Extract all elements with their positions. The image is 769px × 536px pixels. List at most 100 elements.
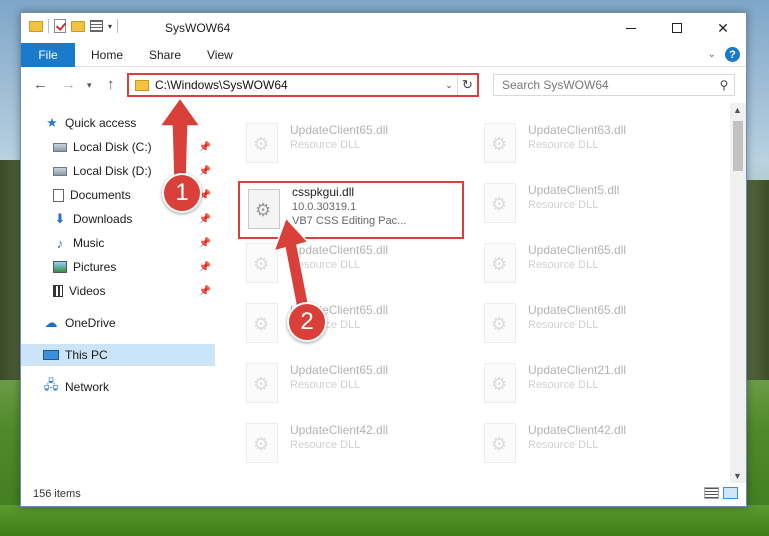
new-folder-icon[interactable] xyxy=(71,20,85,32)
file-type: Resource DLL xyxy=(528,259,599,271)
file-type: Resource DLL xyxy=(528,439,599,451)
file-name: UpdateClient42.dll xyxy=(290,423,389,437)
maximize-icon xyxy=(672,23,682,33)
pin-icon[interactable]: 📌 xyxy=(199,286,211,297)
recent-locations-icon[interactable]: ▾ xyxy=(87,80,92,91)
search-icon[interactable]: ⚲ xyxy=(714,78,734,92)
up-arrow-icon[interactable]: ↑ xyxy=(107,76,115,93)
maximize-button[interactable] xyxy=(654,13,700,43)
sidebar-item-onedrive[interactable]: ☁ OneDrive xyxy=(21,312,215,334)
search-input[interactable]: Search SysWOW64 xyxy=(494,78,714,92)
file-item[interactable]: UpdateClient65.dll Resource DLL xyxy=(238,357,464,409)
network-icon: 🖧 xyxy=(43,377,59,392)
address-path[interactable]: C:\Windows\SysWOW64 xyxy=(155,78,441,92)
navigation-bar: ← → ▾ ↑ C:\Windows\SysWOW64 ⌄ ↻ Search S… xyxy=(21,68,746,102)
file-name: UpdateClient65.dll xyxy=(290,363,389,377)
tiles-view-icon[interactable] xyxy=(723,487,738,499)
dll-file-icon xyxy=(246,423,278,463)
file-item[interactable]: UpdateClient65.dll Resource DLL xyxy=(238,117,464,169)
sidebar-item-label: Downloads xyxy=(73,212,133,226)
pin-icon[interactable]: 📌 xyxy=(199,238,211,249)
file-type: Resource DLL xyxy=(290,139,361,151)
sidebar-item-label: Quick access xyxy=(65,116,137,130)
search-box[interactable]: Search SysWOW64 ⚲ xyxy=(493,74,735,96)
sidebar-item-label: Network xyxy=(65,380,110,394)
help-icon[interactable]: ? xyxy=(725,47,740,62)
details-view-icon[interactable] xyxy=(704,487,719,499)
folder-icon xyxy=(135,79,149,91)
file-item[interactable]: UpdateClient21.dll Resource DLL xyxy=(476,357,702,409)
file-name: UpdateClient42.dll xyxy=(528,423,627,437)
dll-file-icon xyxy=(484,303,516,343)
file-item[interactable]: UpdateClient5.dll Resource DLL xyxy=(476,177,702,229)
expand-ribbon-icon[interactable]: ⌄ xyxy=(708,49,716,60)
title-bar: ▾ SysWOW64 ✕ xyxy=(21,13,746,43)
file-type: Resource DLL xyxy=(290,439,361,451)
tab-share[interactable]: Share xyxy=(149,48,181,62)
sidebar-item-label: Documents xyxy=(70,188,131,202)
window-controls: ✕ xyxy=(608,13,746,43)
sidebar-item-music[interactable]: ♪ Music 📌 xyxy=(21,232,215,254)
file-type: Resource DLL xyxy=(290,379,361,391)
close-button[interactable]: ✕ xyxy=(700,13,746,43)
tab-view[interactable]: View xyxy=(207,48,233,62)
sidebar-item-network[interactable]: 🖧 Network xyxy=(21,376,215,398)
refresh-icon[interactable]: ↻ xyxy=(457,75,477,95)
file-name: UpdateClient21.dll xyxy=(528,363,627,377)
dll-file-icon xyxy=(246,123,278,163)
customize-icon[interactable] xyxy=(90,20,103,32)
file-name: csspkgui.dll xyxy=(292,185,355,199)
tab-home[interactable]: Home xyxy=(91,48,123,62)
sidebar-item-label: Local Disk (C:) xyxy=(73,140,152,154)
disk-icon xyxy=(53,142,67,152)
annotation-badge-1: 1 xyxy=(162,173,202,213)
sidebar-item-label: Videos xyxy=(69,284,106,298)
file-item[interactable]: UpdateClient65.dll Resource DLL xyxy=(476,237,702,289)
sidebar-item-this-pc[interactable]: This PC xyxy=(21,344,215,366)
item-count: 156 items xyxy=(33,488,81,500)
minimize-button[interactable] xyxy=(608,13,654,43)
file-type: Resource DLL xyxy=(528,379,599,391)
quick-access-toolbar: ▾ xyxy=(29,19,119,33)
ribbon-tabs: File Home Share View ⌄ ? xyxy=(21,43,746,67)
sidebar-item-label: This PC xyxy=(65,348,108,362)
file-item[interactable]: UpdateClient42.dll Resource DLL xyxy=(238,417,464,469)
music-icon: ♪ xyxy=(56,235,64,251)
documents-icon xyxy=(53,188,64,202)
scroll-down-icon[interactable]: ▼ xyxy=(733,471,742,481)
sidebar-item-pictures[interactable]: Pictures 📌 xyxy=(21,256,215,278)
dll-file-icon xyxy=(484,183,516,223)
toolbar-divider xyxy=(48,19,49,33)
close-icon: ✕ xyxy=(717,19,729,36)
dll-file-icon xyxy=(484,423,516,463)
file-name: UpdateClient65.dll xyxy=(528,303,627,317)
sidebar-item-videos[interactable]: Videos 📌 xyxy=(21,280,215,302)
qat-dropdown-icon[interactable]: ▾ xyxy=(108,22,112,31)
scroll-up-icon[interactable]: ▲ xyxy=(733,105,742,115)
star-icon: ★ xyxy=(46,115,58,130)
chevron-down-icon[interactable]: ⌄ xyxy=(441,80,457,91)
scrollbar-thumb[interactable] xyxy=(733,121,743,171)
properties-check-icon[interactable] xyxy=(54,19,66,33)
file-type: Resource DLL xyxy=(528,199,599,211)
file-item[interactable]: UpdateClient42.dll Resource DLL xyxy=(476,417,702,469)
tab-file[interactable]: File xyxy=(21,43,75,67)
file-item[interactable]: UpdateClient63.dll Resource DLL xyxy=(476,117,702,169)
wallpaper-tree xyxy=(746,180,769,380)
sidebar-item-label: OneDrive xyxy=(65,316,116,330)
sidebar-item-label: Music xyxy=(73,236,105,250)
file-name: UpdateClient65.dll xyxy=(290,123,389,137)
pin-icon[interactable]: 📌 xyxy=(199,262,211,273)
file-item[interactable]: UpdateClient65.dll Resource DLL xyxy=(476,297,702,349)
folder-icon[interactable] xyxy=(29,20,43,32)
file-explorer-window: ▾ SysWOW64 ✕ File Home Share View ⌄ ? ← … xyxy=(20,12,747,507)
wallpaper-grass xyxy=(0,505,769,536)
dll-file-icon xyxy=(246,363,278,403)
pin-icon[interactable]: 📌 xyxy=(199,214,211,225)
forward-arrow-icon[interactable]: → xyxy=(61,76,76,93)
dll-file-icon xyxy=(484,123,516,163)
videos-icon xyxy=(53,285,63,297)
back-arrow-icon[interactable]: ← xyxy=(33,76,48,93)
onedrive-icon: ☁ xyxy=(44,315,58,330)
vertical-scrollbar[interactable]: ▲ ▼ xyxy=(730,103,746,483)
